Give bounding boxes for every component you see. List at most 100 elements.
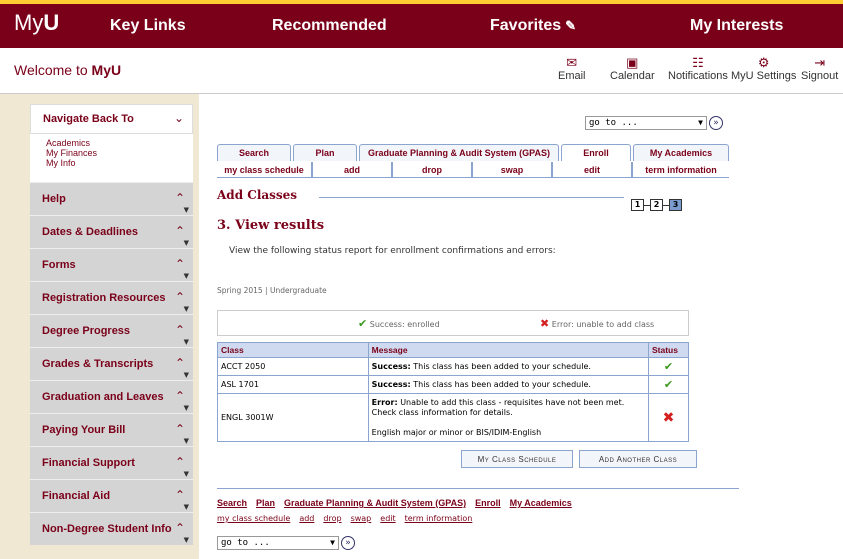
email-link[interactable]: ✉ Email — [558, 55, 586, 83]
bottom-link-search[interactable]: Search — [217, 498, 247, 508]
calendar-link[interactable]: ▣ Calendar — [610, 56, 655, 83]
term-label: Spring 2015 | Undergraduate — [217, 286, 327, 295]
navigate-back-header[interactable]: Navigate Back To ⌄ — [30, 104, 193, 134]
bottom-link-my-academics[interactable]: My Academics — [510, 498, 572, 508]
go-button-bottom[interactable]: » — [341, 536, 355, 550]
legend-error-label: Error: unable to add class — [551, 320, 655, 329]
settings-link[interactable]: ⚙ MyU Settings — [731, 55, 796, 83]
step-2: 2 — [650, 199, 663, 211]
table-row: ENGL 3001W Error: Unable to add this cla… — [217, 393, 689, 442]
bottom-sublink-swap[interactable]: swap — [351, 514, 372, 523]
bottom-sublink-edit[interactable]: edit — [380, 514, 395, 523]
bottom-divider — [217, 488, 739, 489]
chevron-up-icon: ⌃ — [174, 389, 185, 403]
message-status-word: Error: — [371, 397, 398, 407]
tab-gpas[interactable]: Graduate Planning & Audit System (GPAS) — [359, 144, 559, 161]
dropdown-arrow-icon: ▼ — [183, 206, 189, 214]
sidebar-item-label: Graduation and Leaves — [42, 391, 164, 403]
error-x-icon: ✖ — [540, 317, 550, 330]
step-3: 3 — [669, 199, 682, 211]
myu-logo[interactable]: MyU — [14, 10, 59, 36]
message-cell: Error: Unable to add this class - requis… — [367, 393, 650, 442]
chevron-up-icon: ⌃ — [174, 323, 185, 337]
nav-favorites-label: Favorites — [490, 17, 562, 34]
navigate-back-title: Navigate Back To — [43, 113, 134, 125]
bottom-sublink-drop[interactable]: drop — [323, 514, 341, 523]
subtab-edit[interactable]: edit — [551, 162, 631, 178]
signout-icon: ⇥ — [814, 55, 826, 70]
nav-back-my-finances[interactable]: My Finances — [46, 148, 193, 158]
dropdown-arrow-icon: ▼ — [698, 118, 703, 127]
status-cell: ✔ — [648, 375, 689, 394]
navigate-back-links: Academics My Finances My Info — [30, 134, 193, 182]
sidebar-item-graduation-leaves[interactable]: Graduation and Leaves ⌃ ▼ — [30, 380, 193, 413]
sidebar-item-label: Financial Aid — [42, 490, 111, 502]
class-cell: ACCT 2050 — [217, 357, 369, 376]
subtab-swap[interactable]: swap — [471, 162, 551, 178]
signout-link[interactable]: ⇥ Signout — [801, 55, 839, 83]
subtab-term-information[interactable]: term information — [631, 162, 729, 178]
sidebar-item-degree-progress[interactable]: Degree Progress ⌃ ▼ — [30, 314, 193, 347]
status-cell: ✖ — [648, 393, 689, 442]
nav-key-links[interactable]: Key Links — [110, 17, 186, 35]
notifications-label: Notifications — [668, 70, 728, 82]
table-header-row: Class Message Status — [217, 342, 689, 358]
signout-label: Signout — [801, 70, 839, 82]
bottom-sublink-add[interactable]: add — [299, 514, 314, 523]
bottom-link-enroll[interactable]: Enroll — [475, 498, 501, 508]
settings-icon: ⚙ — [757, 55, 770, 70]
sidebar-item-financial-aid[interactable]: Financial Aid ⌃ ▼ — [30, 479, 193, 512]
welcome-prefix: Welcome to — [14, 62, 92, 78]
column-header-class: Class — [217, 342, 369, 358]
sidebar-item-financial-support[interactable]: Financial Support ⌃ ▼ — [30, 446, 193, 479]
dropdown-arrow-icon: ▼ — [183, 536, 189, 544]
logo-text-bold: U — [43, 10, 60, 35]
subtab-add[interactable]: add — [311, 162, 391, 178]
dropdown-arrow-icon: ▼ — [183, 404, 189, 412]
chevron-up-icon: ⌃ — [174, 521, 185, 535]
tab-enroll[interactable]: Enroll — [561, 144, 631, 161]
nav-my-interests[interactable]: My Interests — [690, 17, 783, 35]
dropdown-arrow-icon: ▼ — [330, 538, 335, 547]
sidebar-item-dates-deadlines[interactable]: Dates & Deadlines ⌃ ▼ — [30, 215, 193, 248]
chevron-up-icon: ⌃ — [174, 356, 185, 370]
chevron-up-icon: ⌃ — [174, 224, 185, 238]
goto-select-top[interactable]: go to ... ▼ — [585, 116, 707, 130]
main-panel: go to ... ▼ » Search Plan Graduate Planni… — [199, 94, 843, 559]
sidebar-item-label: Forms — [42, 259, 76, 271]
sidebar-item-help[interactable]: Help ⌃ ▼ — [30, 182, 193, 215]
class-cell: ASL 1701 — [217, 375, 369, 394]
legend-success-label: Success: enrolled — [369, 320, 440, 329]
legend-success: ✔ Success: enrolled — [358, 317, 440, 330]
my-class-schedule-button[interactable]: My Class Schedule — [461, 450, 573, 468]
sidebar-item-non-degree-student-info[interactable]: Non-Degree Student Info ⌃ ▼ — [30, 512, 193, 545]
nav-back-my-info[interactable]: My Info — [46, 158, 193, 168]
bottom-link-plan[interactable]: Plan — [256, 498, 275, 508]
sidebar-item-registration-resources[interactable]: Registration Resources ⌃ ▼ — [30, 281, 193, 314]
bottom-sublink-my-class-schedule[interactable]: my class schedule — [217, 514, 290, 523]
goto-select-bottom[interactable]: go to ... ▼ — [217, 536, 339, 550]
subtab-drop[interactable]: drop — [391, 162, 471, 178]
table-row: ACCT 2050 Success: This class has been a… — [217, 357, 689, 376]
tab-plan[interactable]: Plan — [293, 144, 357, 161]
nav-back-academics[interactable]: Academics — [46, 138, 193, 148]
nav-recommended[interactable]: Recommended — [272, 17, 387, 35]
notifications-link[interactable]: ☷ Notifications — [668, 56, 728, 83]
calendar-label: Calendar — [610, 70, 655, 82]
results-table: Class Message Status ACCT 2050 Success: … — [217, 342, 689, 442]
go-button-top[interactable]: » — [709, 116, 723, 130]
bottom-link-gpas[interactable]: Graduate Planning & Audit System (GPAS) — [284, 498, 466, 508]
tab-search[interactable]: Search — [217, 144, 291, 161]
welcome-brand: MyU — [91, 62, 122, 78]
sidebar-item-grades-transcripts[interactable]: Grades & Transcripts ⌃ ▼ — [30, 347, 193, 380]
sidebar-item-paying-your-bill[interactable]: Paying Your Bill ⌃ ▼ — [30, 413, 193, 446]
subtab-my-class-schedule[interactable]: my class schedule — [217, 162, 311, 178]
add-another-class-button[interactable]: Add Another Class — [579, 450, 697, 468]
column-header-message: Message — [367, 342, 650, 358]
nav-favorites[interactable]: Favorites ✎ — [490, 17, 576, 35]
sidebar-item-forms[interactable]: Forms ⌃ ▼ — [30, 248, 193, 281]
goto-select-value: go to ... — [589, 118, 638, 128]
envelope-icon: ✉ — [566, 55, 578, 70]
tab-my-academics[interactable]: My Academics — [633, 144, 729, 161]
bottom-sublink-term-information[interactable]: term information — [405, 514, 473, 523]
